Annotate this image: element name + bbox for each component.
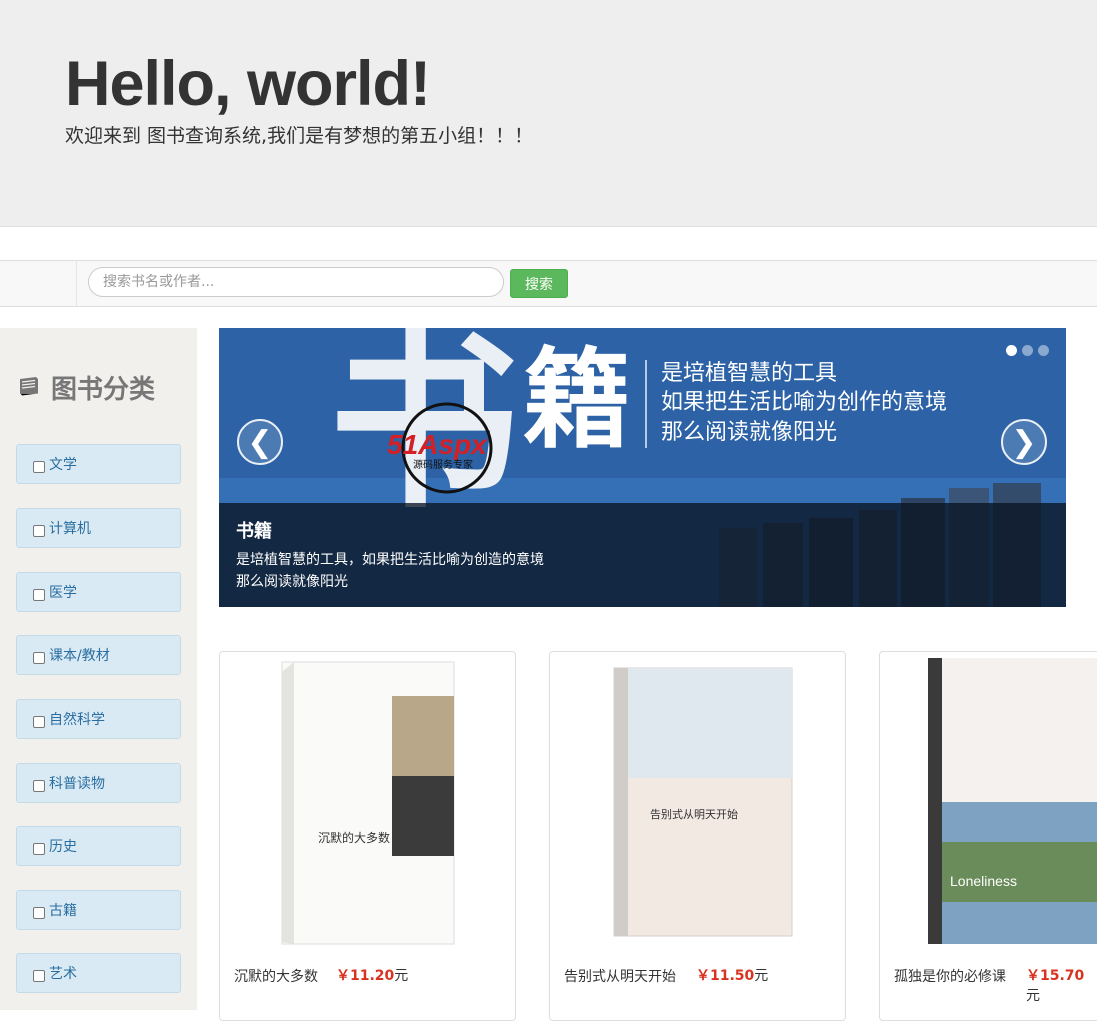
book-cover[interactable]: Loneliness (880, 652, 1097, 952)
watermark-logo: 51Aspx 源码服务专家 (387, 402, 493, 494)
category-label: 课本/教材 (49, 648, 110, 664)
carousel-caption-title: 书籍 (236, 521, 272, 542)
category-checkbox[interactable] (33, 652, 45, 664)
book-price: ￥11.50元 (696, 965, 768, 985)
price-currency: ￥ (1026, 968, 1040, 984)
cover-title-text: Loneliness (950, 873, 1017, 889)
carousel-caption-line: 那么阅读就像阳光 (236, 574, 348, 590)
navbar-divider (76, 261, 77, 306)
price-unit: 元 (1026, 988, 1040, 1004)
category-item-computer[interactable]: 计算机 (16, 508, 181, 548)
category-label: 自然科学 (49, 712, 105, 728)
category-checkbox[interactable] (33, 780, 45, 792)
carousel-big-char: 籍 (523, 337, 632, 463)
category-label: 文学 (49, 457, 77, 473)
category-label: 计算机 (49, 521, 91, 537)
sidebar-title: 图书分类 (16, 369, 155, 405)
page-subtitle: 欢迎来到 图书查询系统,我们是有梦想的第五小组！！！ (65, 125, 534, 147)
carousel-line: 那么阅读就像阳光 (661, 420, 838, 445)
carousel-prev-button[interactable]: ❮ (237, 419, 283, 465)
category-checkbox[interactable] (33, 589, 45, 601)
category-label: 历史 (49, 839, 77, 855)
carousel-indicator-active[interactable] (1006, 345, 1017, 356)
category-item-medicine[interactable]: 医学 (16, 572, 181, 612)
category-checkbox[interactable] (33, 461, 45, 473)
book-price: ￥11.20元 (336, 965, 408, 985)
chevron-right-icon: ❯ (1011, 425, 1037, 460)
carousel-next-button[interactable]: ❯ (1001, 419, 1047, 465)
category-label: 古籍 (49, 903, 77, 919)
category-item-popular-science[interactable]: 科普读物 (16, 763, 181, 803)
price-value: 11.50 (710, 968, 755, 984)
category-checkbox[interactable] (33, 970, 45, 982)
price-unit: 元 (754, 968, 769, 984)
carousel-line: 是培植智慧的工具 (661, 361, 838, 386)
category-item-natural-science[interactable]: 自然科学 (16, 699, 181, 739)
carousel-line: 如果把生活比喻为创作的意境 (661, 390, 948, 415)
carousel-caption-line: 是培植智慧的工具，如果把生活比喻为创造的意境 (236, 552, 544, 568)
category-item-ancient-books[interactable]: 古籍 (16, 890, 181, 930)
category-checkbox[interactable] (33, 716, 45, 728)
price-currency: ￥ (336, 968, 350, 984)
category-label: 科普读物 (49, 776, 105, 792)
page-title: Hello, world! (65, 49, 431, 119)
jumbotron-header: Hello, world! 欢迎来到 图书查询系统,我们是有梦想的第五小组！！！ (0, 0, 1097, 227)
book-icon (19, 377, 39, 397)
price-unit: 元 (394, 968, 409, 984)
category-checkbox[interactable] (33, 525, 45, 537)
price-currency: ￥ (696, 968, 710, 984)
category-label: 医学 (49, 585, 77, 601)
book-cover[interactable]: 沉默的大多数 (220, 652, 516, 952)
book-price: ￥15.70元 (1026, 965, 1097, 1005)
watermark-subtext: 源码服务专家 (413, 458, 473, 471)
book-title[interactable]: 告别式从明天开始 (564, 966, 676, 986)
category-item-textbook[interactable]: 课本/教材 (16, 635, 181, 675)
search-bar: 搜索 (0, 260, 1097, 307)
book-cover[interactable]: 告别式从明天开始 (550, 652, 846, 952)
price-value: 11.20 (350, 968, 395, 984)
price-value: 15.70 (1040, 968, 1085, 984)
search-input[interactable] (88, 267, 504, 297)
carousel-indicator[interactable] (1038, 345, 1049, 356)
carousel-indicator[interactable] (1022, 345, 1033, 356)
cover-title-text: 沉默的大多数 (318, 830, 390, 845)
category-item-art[interactable]: 艺术 (16, 953, 181, 993)
chevron-left-icon: ❮ (247, 425, 273, 460)
book-title[interactable]: 孤独是你的必修课 (894, 966, 1006, 986)
search-button[interactable]: 搜索 (510, 269, 568, 298)
sidebar-title-text: 图书分类 (51, 374, 156, 405)
cover-title-text: 告别式从明天开始 (650, 807, 738, 821)
category-item-literature[interactable]: 文学 (16, 444, 181, 484)
book-title[interactable]: 沉默的大多数 (234, 966, 318, 986)
watermark-text: 51Aspx (387, 429, 488, 460)
category-checkbox[interactable] (33, 907, 45, 919)
category-item-history[interactable]: 历史 (16, 826, 181, 866)
category-label: 艺术 (49, 966, 77, 982)
category-checkbox[interactable] (33, 843, 45, 855)
